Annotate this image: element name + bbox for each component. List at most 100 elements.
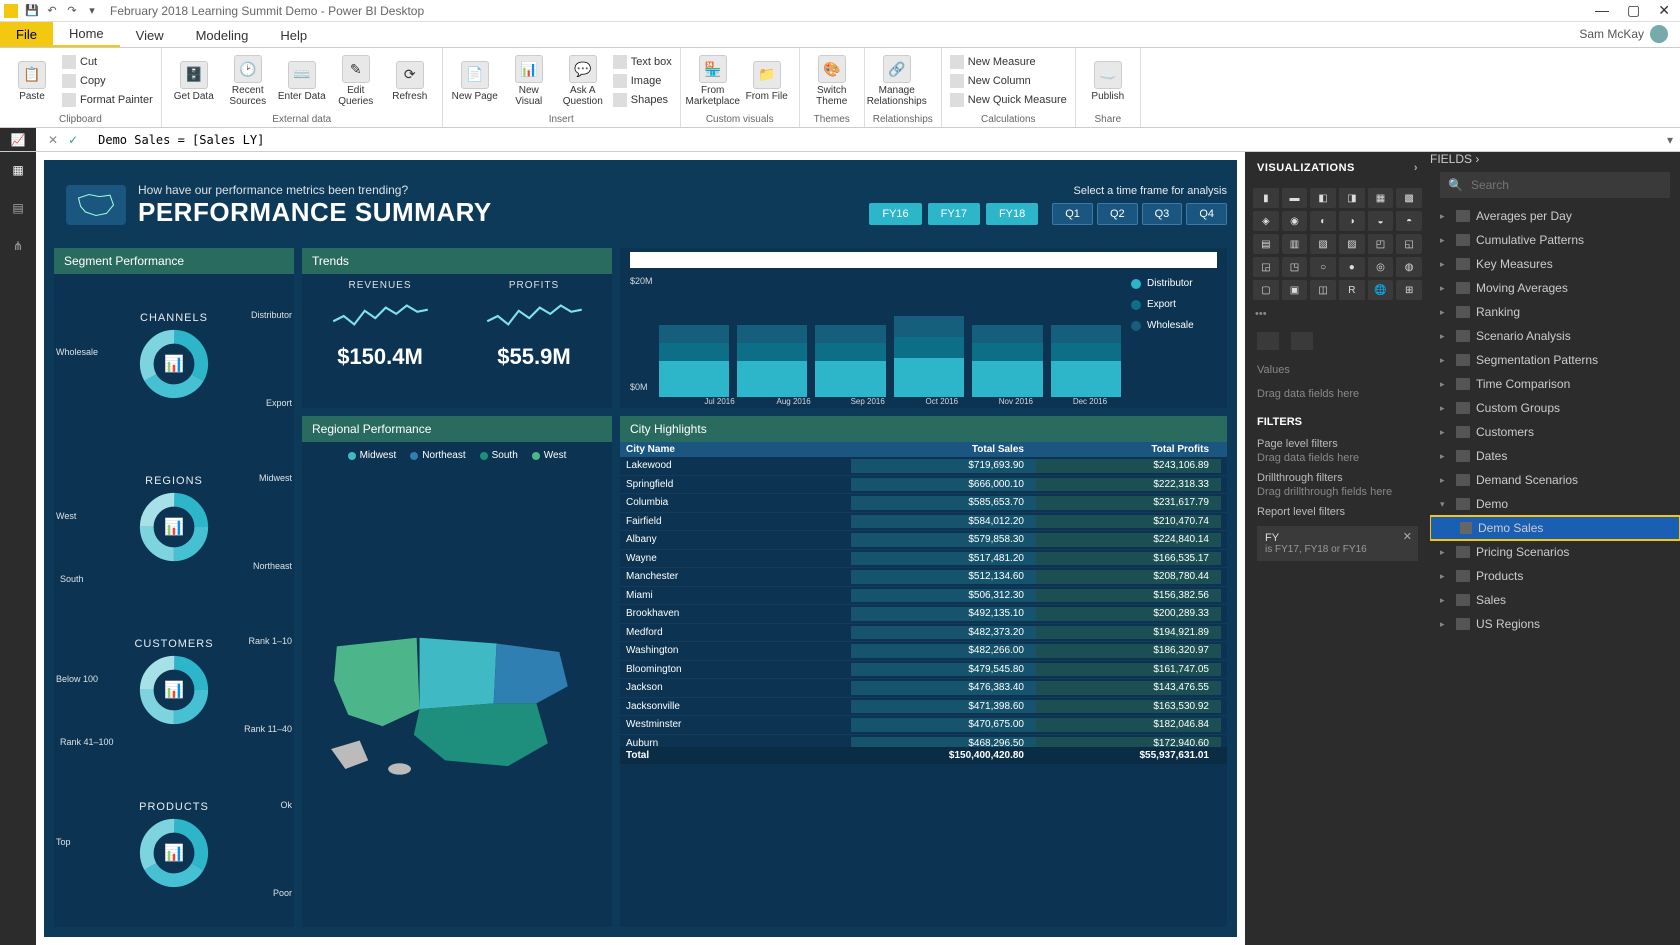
copy-button[interactable]: Copy	[62, 72, 153, 90]
table-row[interactable]: Fairfield$584,012.20$210,470.74	[620, 513, 1227, 532]
tab-help[interactable]: Help	[264, 24, 323, 47]
segment-regions[interactable]: REGIONS📊WestMidwestNortheastSouth	[54, 437, 294, 600]
viz-type-button[interactable]: ▮	[1253, 188, 1279, 208]
page-filters-hint[interactable]: Drag data fields here	[1257, 450, 1418, 472]
field-table[interactable]: ▸Key Measures	[1430, 252, 1680, 276]
fields-search-input[interactable]	[1471, 178, 1662, 192]
tab-modeling[interactable]: Modeling	[180, 24, 265, 47]
viz-type-button[interactable]: ▩	[1396, 188, 1422, 208]
switch-theme-button[interactable]: 🎨Switch Theme	[808, 55, 856, 107]
table-row[interactable]: Jacksonville$471,398.60$163,530.92	[620, 698, 1227, 717]
viz-type-button[interactable]: ◨	[1339, 188, 1365, 208]
quarter-button-q2[interactable]: Q2	[1097, 203, 1138, 225]
format-painter-button[interactable]: Format Painter	[62, 91, 153, 109]
table-row[interactable]: Washington$482,266.00$186,320.97	[620, 642, 1227, 661]
field-table[interactable]: ▸Customers	[1430, 420, 1680, 444]
fy-button-fy17[interactable]: FY17	[928, 203, 980, 225]
viz-type-button[interactable]: 🌐	[1368, 280, 1394, 300]
new-column-button[interactable]: New Column	[950, 72, 1067, 90]
format-tab-icon[interactable]	[1291, 332, 1313, 350]
tab-home[interactable]: Home	[53, 22, 120, 47]
collapse-viz-pane-icon[interactable]: ›	[1414, 162, 1418, 174]
field-table[interactable]: ▸Demand Scenarios	[1430, 468, 1680, 492]
filter-chip-fy[interactable]: FY is FY17, FY18 or FY16 ✕	[1257, 526, 1418, 561]
field-table[interactable]: ▸Segmentation Patterns	[1430, 348, 1680, 372]
legend-item[interactable]: Distributor	[1131, 278, 1213, 289]
field-table[interactable]: ▸Scenario Analysis	[1430, 324, 1680, 348]
get-data-button[interactable]: 🗄️Get Data	[170, 61, 218, 102]
edit-queries-button[interactable]: ✎Edit Queries	[332, 55, 380, 107]
bar-stack[interactable]	[659, 325, 729, 397]
field-table[interactable]: ▸Pricing Scenarios	[1430, 540, 1680, 564]
values-well-hint[interactable]: Drag data fields here	[1245, 382, 1430, 406]
viz-type-button[interactable]: ◳	[1282, 257, 1308, 277]
viz-more-icon[interactable]: •••	[1245, 304, 1430, 324]
bar-stack[interactable]	[815, 325, 885, 397]
viz-type-button[interactable]: ◱	[1396, 234, 1422, 254]
recent-sources-button[interactable]: 🕑Recent Sources	[224, 55, 272, 107]
formula-cancel-icon[interactable]: ✕	[48, 133, 58, 147]
viz-type-button[interactable]: ▣	[1282, 280, 1308, 300]
qat-redo-icon[interactable]: ↷	[62, 3, 82, 19]
from-marketplace-button[interactable]: 🏪From Marketplace	[689, 55, 737, 107]
field-table[interactable]: ▸Ranking	[1430, 300, 1680, 324]
field-table[interactable]: ▸Dates	[1430, 444, 1680, 468]
bar-stack[interactable]	[894, 316, 964, 397]
region-legend-item[interactable]: Northeast	[410, 450, 465, 461]
donut-chart[interactable]: 📊	[138, 817, 210, 889]
field-table[interactable]: ▸Custom Groups	[1430, 396, 1680, 420]
viz-type-button[interactable]: ◈	[1253, 211, 1279, 231]
fy-button-fy18[interactable]: FY18	[986, 203, 1038, 225]
shapes-button[interactable]: Shapes	[613, 91, 672, 109]
table-row[interactable]: Auburn$468,296.50$172,940.60	[620, 735, 1227, 748]
window-maximize-icon[interactable]: ▢	[1627, 2, 1640, 19]
segment-channels[interactable]: CHANNELS📊WholesaleDistributorExport	[54, 274, 294, 437]
field-table[interactable]: ▸Averages per Day	[1430, 204, 1680, 228]
field-table[interactable]: ▸Time Comparison	[1430, 372, 1680, 396]
viz-type-button[interactable]: ⊞	[1396, 280, 1422, 300]
viz-type-button[interactable]: ▬	[1282, 188, 1308, 208]
viz-type-button[interactable]: ◎	[1368, 257, 1394, 277]
publish-button[interactable]: ☁️Publish	[1084, 61, 1132, 102]
trend-card-profits[interactable]: PROFITS $55.9M	[460, 280, 608, 370]
tab-file[interactable]: File	[0, 22, 53, 47]
donut-chart[interactable]: 📊	[138, 328, 210, 400]
new-quick-measure-button[interactable]: New Quick Measure	[950, 91, 1067, 109]
report-canvas[interactable]: How have our performance metrics been tr…	[36, 152, 1245, 945]
table-row[interactable]: Albany$579,858.30$224,840.14	[620, 531, 1227, 550]
table-row[interactable]: Springfield$666,000.10$222,318.33	[620, 476, 1227, 495]
table-row[interactable]: Brookhaven$492,135.10$200,289.33	[620, 605, 1227, 624]
viz-type-button[interactable]: ▨	[1339, 234, 1365, 254]
viz-type-button[interactable]: ◲	[1253, 257, 1279, 277]
col-total-sales[interactable]: Total Sales	[851, 444, 1036, 455]
bar-stack[interactable]	[1051, 325, 1121, 397]
model-view-button[interactable]: ⋔	[6, 234, 30, 258]
table-row[interactable]: Bloomington$479,545.80$161,747.05	[620, 661, 1227, 680]
filter-chip-close-icon[interactable]: ✕	[1403, 530, 1412, 543]
trends-panel[interactable]: Trends REVENUES $150.4MPROFITS $55.9M	[302, 248, 612, 408]
bar-stack[interactable]	[972, 325, 1042, 397]
paste-button[interactable]: 📋Paste	[8, 61, 56, 102]
viz-type-button[interactable]: ◑	[1339, 211, 1365, 231]
viz-type-button[interactable]: ▦	[1368, 188, 1394, 208]
window-minimize-icon[interactable]: —	[1595, 2, 1609, 19]
segment-customers[interactable]: CUSTOMERS📊Below 100Rank 1–10Rank 11–40Ra…	[54, 601, 294, 764]
viz-type-button[interactable]: ◧	[1310, 188, 1336, 208]
field-table[interactable]: ▸Cumulative Patterns	[1430, 228, 1680, 252]
collapse-fields-pane-icon[interactable]: ›	[1475, 152, 1479, 166]
account-menu[interactable]: Sam McKay	[1567, 21, 1680, 47]
field-table[interactable]: ▸Products	[1430, 564, 1680, 588]
viz-type-button[interactable]: ▥	[1282, 234, 1308, 254]
from-file-button[interactable]: 📁From File	[743, 61, 791, 102]
region-legend-item[interactable]: Midwest	[348, 450, 397, 461]
fields-tab-icon[interactable]	[1257, 332, 1279, 350]
new-page-button[interactable]: 📄New Page	[451, 61, 499, 102]
viz-type-button[interactable]: ▧	[1310, 234, 1336, 254]
viz-type-button[interactable]: ◐	[1310, 211, 1336, 231]
col-total-profits[interactable]: Total Profits	[1036, 444, 1221, 455]
formula-expand-icon[interactable]: ▾	[1660, 133, 1680, 147]
table-row[interactable]: Miami$506,312.30$156,382.56	[620, 587, 1227, 606]
legend-item[interactable]: Export	[1131, 299, 1213, 310]
enter-data-button[interactable]: ⌨️Enter Data	[278, 61, 326, 102]
viz-type-button[interactable]: ◍	[1396, 257, 1422, 277]
